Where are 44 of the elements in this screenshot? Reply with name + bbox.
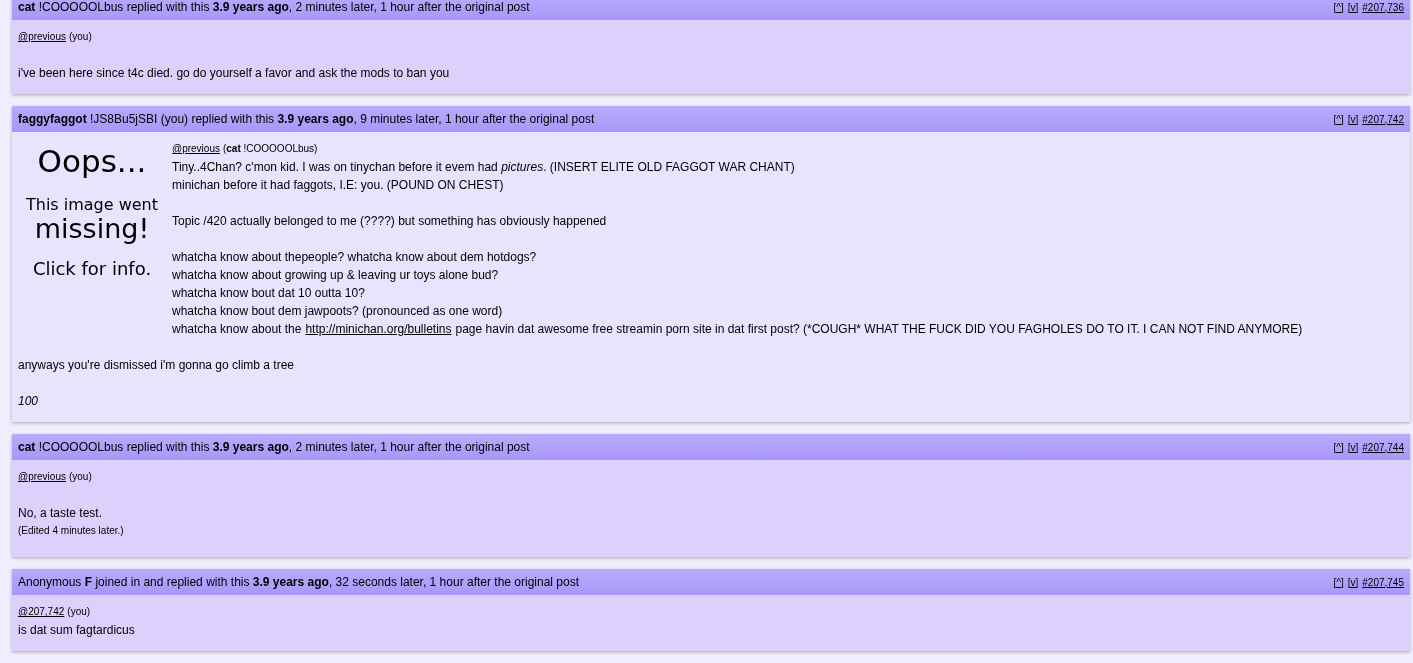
nav-link[interactable]: [v]: [1347, 113, 1359, 125]
reply-link[interactable]: @previous: [18, 471, 66, 482]
post-text: i've been here since t4c died. go do yourself a favor and ask the mods to ban you: [18, 66, 450, 80]
post-text: whatcha know about the: [172, 322, 302, 336]
post-text: Tiny..4Chan? c'mon kid. I was on tinychan before it evem had pictures. (INSERT ELITE OLD FAGGOT WAR CHANT): [172, 160, 795, 174]
reply-link[interactable]: @207,742: [18, 606, 65, 617]
nav-link[interactable]: #207,744: [1362, 441, 1404, 453]
post-text: whatcha know about growing up & leaving ur toys alone bud?: [172, 268, 499, 282]
reply-link[interactable]: @previous: [172, 143, 220, 154]
post-text: 100: [18, 394, 39, 408]
cite-note: (you): [68, 471, 92, 482]
nav-link[interactable]: #207,745: [1362, 576, 1404, 588]
nav-link[interactable]: [v]: [1347, 576, 1359, 588]
post-text: No, a taste test.: [18, 506, 103, 520]
nav-link[interactable]: [^]: [1333, 441, 1344, 453]
placeholder-text[interactable]: missing!: [34, 213, 150, 244]
post-header-text: Anonymous F joined in and replied with this 3.9 years ago, 32 seconds later, 1 hour after the original post: [18, 575, 580, 589]
post-text: whatcha know about thepeople? whatcha know about dem hotdogs?: [172, 250, 537, 264]
nav-link[interactable]: #207,742: [1362, 113, 1404, 125]
nav-link[interactable]: [^]: [1333, 1, 1344, 13]
url-link[interactable]: http://minichan.org/bulletins: [305, 322, 452, 336]
post-text: whatcha know bout dem jawpoots? (pronounced as one word): [172, 304, 503, 318]
edit-note: (Edited 4 minutes later.): [18, 525, 124, 536]
post-header-text: cat !COOOOOLbus replied with this 3.9 years ago, 2 minutes later, 1 hour after the original post: [18, 0, 530, 14]
placeholder-text[interactable]: Click for info.: [32, 259, 152, 280]
post-text: whatcha know bout dat 10 outta 10?: [172, 286, 365, 300]
placeholder-text[interactable]: This image went: [25, 196, 158, 214]
post-text: is dat sum fagtardicus: [18, 623, 135, 637]
nav-link[interactable]: [v]: [1347, 441, 1359, 453]
cite-note: (you): [68, 31, 92, 42]
nav-link[interactable]: [^]: [1333, 576, 1344, 588]
cite-note: (you): [67, 606, 91, 617]
post-text: minichan before it had faggots, I.E: you. (POUND ON CHEST): [172, 178, 504, 192]
post-header-text: faggyfaggot !JS8Bu5jSBI (you) replied with this 3.9 years ago, 9 minutes later, 1 hour after the original post: [18, 112, 595, 126]
reply-link[interactable]: @previous: [18, 31, 66, 42]
post-text: anyways you're dismissed i'm gonna go climb a tree: [18, 358, 295, 372]
placeholder-text[interactable]: Oops...: [37, 144, 147, 179]
nav-link[interactable]: [^]: [1333, 113, 1344, 125]
post-header-text: cat !COOOOOLbus replied with this 3.9 years ago, 2 minutes later, 1 hour after the original post: [18, 440, 530, 454]
post-text: page havin dat awesome free streamin porn site in dat first post? (*COUGH* WHAT THE FUCK DID YOU FAGHOLES DO TO IT. I CAN NOT FIND ANYMORE): [455, 322, 1303, 336]
cite-note: (cat !COOOOOLbus): [222, 143, 318, 154]
post-text: Topic /420 actually belonged to me (????) but something has obviously happened: [172, 214, 607, 228]
nav-link[interactable]: #207,736: [1362, 1, 1404, 13]
nav-link[interactable]: [v]: [1347, 1, 1359, 13]
